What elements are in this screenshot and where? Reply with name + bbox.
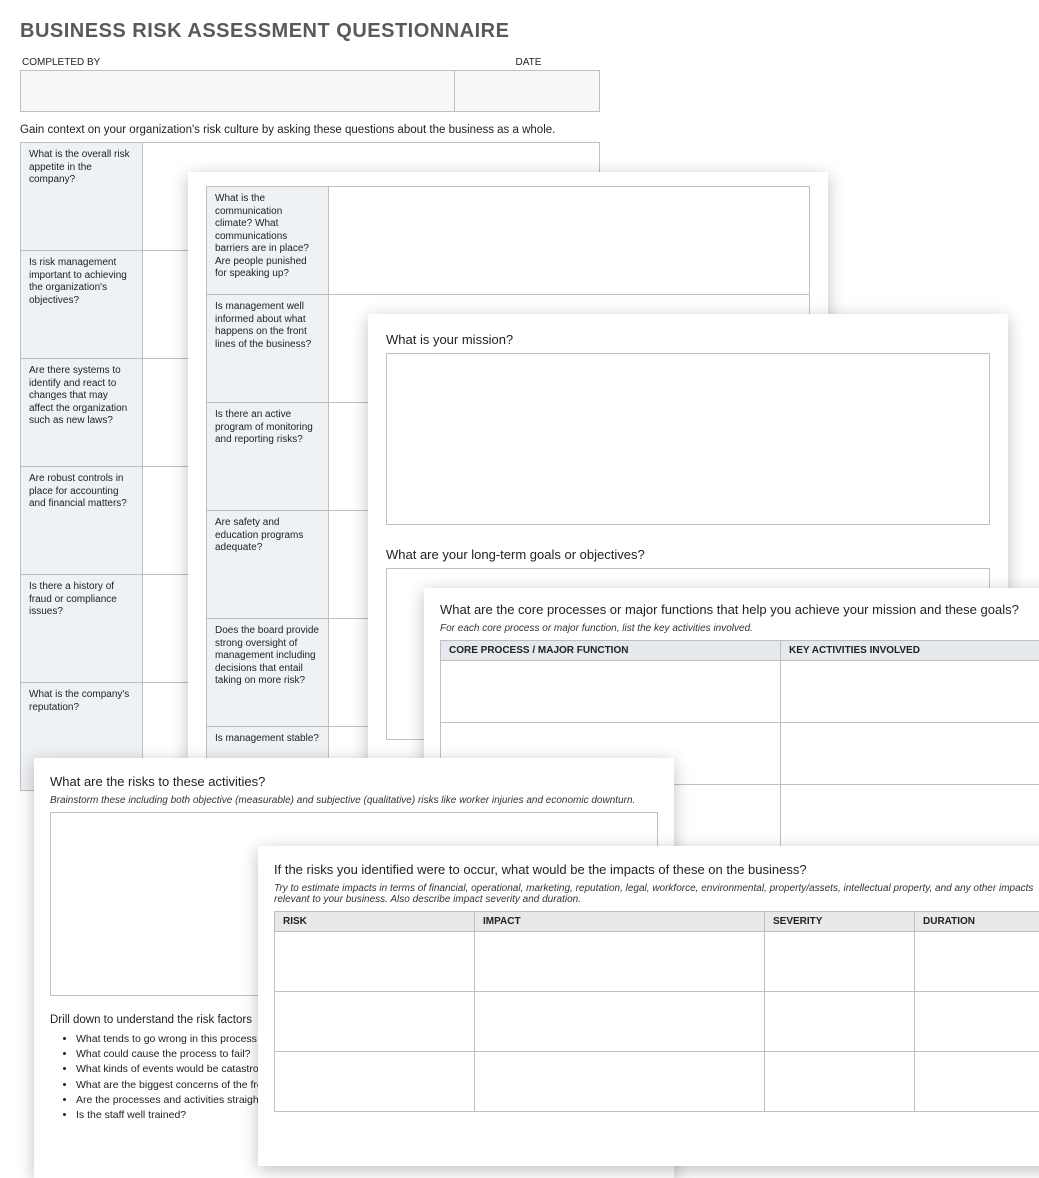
imp-cell[interactable] (475, 1052, 765, 1112)
imp-cell[interactable] (275, 992, 475, 1052)
q2-1: What is the communication climate? What … (207, 187, 329, 295)
core-question: What are the core processes or major fun… (440, 602, 1039, 617)
goals-question: What are your long-term goals or objecti… (386, 547, 990, 562)
impacts-table: RISK IMPACT SEVERITY DURATION (274, 911, 1039, 1112)
date-label: DATE (455, 57, 600, 68)
q2-5: Does the board provide strong oversight … (207, 619, 329, 727)
mission-question: What is your mission? (386, 332, 990, 347)
impacts-question: If the risks you identified were to occu… (274, 862, 1039, 877)
core-row[interactable] (781, 661, 1039, 723)
header-fields: COMPLETED BY DATE (20, 57, 600, 112)
imp-h-risk: RISK (275, 912, 475, 932)
context-instruction: Gain context on your organization's risk… (20, 124, 600, 136)
imp-h-impact: IMPACT (475, 912, 765, 932)
imp-cell[interactable] (915, 1052, 1039, 1112)
imp-h-severity: SEVERITY (765, 912, 915, 932)
core-header-2: KEY ACTIVITIES INVOLVED (781, 641, 1039, 661)
imp-cell[interactable] (765, 932, 915, 992)
q2-3: Is there an active program of monitoring… (207, 403, 329, 511)
core-header-1: CORE PROCESS / MAJOR FUNCTION (441, 641, 781, 661)
impacts-subtitle: Try to estimate impacts in terms of fina… (274, 883, 1039, 905)
core-row[interactable] (781, 723, 1039, 785)
q1-5: Is there a history of fraud or complianc… (21, 575, 143, 683)
risks-subtitle: Brainstorm these including both objectiv… (50, 795, 658, 806)
imp-cell[interactable] (765, 992, 915, 1052)
core-subtitle: For each core process or major function,… (440, 623, 1039, 634)
imp-cell[interactable] (915, 932, 1039, 992)
imp-cell[interactable] (475, 992, 765, 1052)
date-input[interactable] (455, 70, 600, 112)
imp-cell[interactable] (275, 1052, 475, 1112)
risks-question: What are the risks to these activities? (50, 774, 658, 789)
core-row[interactable] (781, 785, 1039, 847)
mission-input[interactable] (386, 353, 990, 525)
page-title: BUSINESS RISK ASSESSMENT QUESTIONNAIRE (20, 20, 600, 43)
completed-by-label: COMPLETED BY (20, 57, 455, 68)
q2-4: Are safety and education programs adequa… (207, 511, 329, 619)
imp-cell[interactable] (475, 932, 765, 992)
imp-h-duration: DURATION (915, 912, 1039, 932)
imp-cell[interactable] (275, 932, 475, 992)
q1-2: Is risk management important to achievin… (21, 251, 143, 359)
completed-by-input[interactable] (20, 70, 455, 112)
q1-3: Are there systems to identify and react … (21, 359, 143, 467)
q1-1: What is the overall risk appetite in the… (21, 143, 143, 251)
q1-4: Are robust controls in place for account… (21, 467, 143, 575)
q2-2: Is management well informed about what h… (207, 295, 329, 403)
q2-1-answer[interactable] (329, 187, 810, 295)
imp-cell[interactable] (915, 992, 1039, 1052)
page-impacts: If the risks you identified were to occu… (258, 846, 1039, 1166)
core-row[interactable] (441, 661, 781, 723)
imp-cell[interactable] (765, 1052, 915, 1112)
